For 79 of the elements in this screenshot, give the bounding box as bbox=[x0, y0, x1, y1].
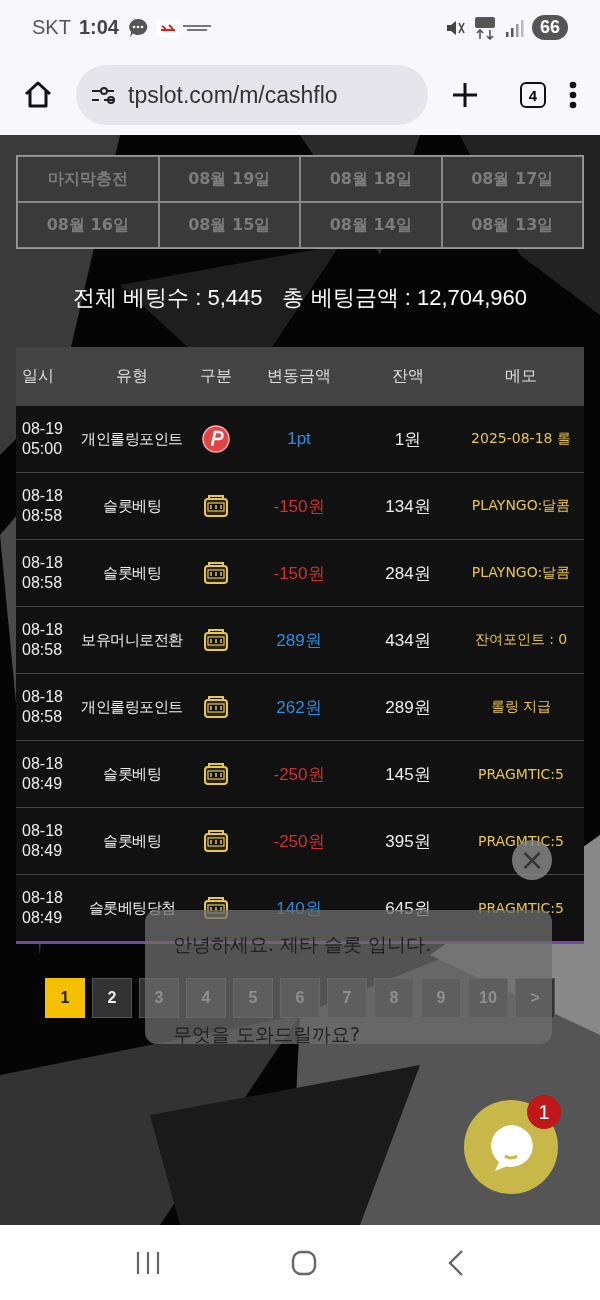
type-cell-text: 보유머니로전환 bbox=[80, 630, 184, 650]
date-tab[interactable]: 08월 15일 bbox=[158, 202, 300, 248]
date-tab[interactable]: 08월 19일 bbox=[158, 156, 300, 202]
chat-message: 무엇을 도와드릴까요? bbox=[173, 1022, 361, 1047]
amount-cell-text: -250원 bbox=[272, 763, 326, 786]
point-coin-icon bbox=[202, 425, 230, 453]
slot-machine-icon bbox=[203, 560, 229, 586]
balance-cell-text: 645원 bbox=[384, 897, 432, 920]
balance-cell-text: 395원 bbox=[384, 830, 432, 853]
type-cell-text: 개인롤링포인트 bbox=[80, 429, 184, 449]
memo-cell-text: PLAYNGO:달콤 bbox=[470, 564, 572, 582]
balance-cell-text: 1원 bbox=[393, 428, 423, 451]
amount-cell-text: 140원 bbox=[275, 897, 323, 920]
date-time-cell-text: 08-18 08:49 bbox=[21, 754, 64, 794]
type-cell-text: 개인롤링포인트 bbox=[80, 697, 184, 717]
address-bar[interactable]: tpslot.com/m/cashflo bbox=[76, 65, 428, 125]
amount-cell-text: -250원 bbox=[272, 830, 326, 853]
column-header: 구분 bbox=[199, 365, 233, 387]
column-header: 일시 bbox=[21, 365, 55, 387]
date-time-cell-text: 08-18 08:58 bbox=[21, 687, 64, 727]
date-time-cell-text: 08-18 08:49 bbox=[21, 821, 64, 861]
page-button[interactable]: 2 bbox=[92, 978, 132, 1018]
back-icon[interactable] bbox=[446, 1248, 466, 1277]
date-time-cell-text: 08-18 08:58 bbox=[21, 620, 64, 660]
date-tab[interactable]: 08월 18일 bbox=[300, 156, 442, 202]
menu-icon[interactable] bbox=[568, 80, 578, 110]
memo-cell-text: PRAGMTIC:5 bbox=[477, 766, 565, 782]
carrier-name: SKT bbox=[32, 16, 71, 39]
column-header: 변동금액 bbox=[266, 365, 332, 387]
page-button[interactable]: 1 bbox=[45, 978, 85, 1018]
type-cell-text: 슬롯베팅 bbox=[102, 563, 162, 583]
chat-bubble-icon bbox=[126, 16, 149, 39]
amount-cell-text: 289원 bbox=[275, 629, 323, 652]
date-time-cell-text: 08-18 08:58 bbox=[21, 553, 64, 593]
slot-machine-icon bbox=[203, 694, 229, 720]
amount-cell-text: -150원 bbox=[272, 562, 326, 585]
type-cell-text: 슬롯베팅 bbox=[102, 831, 162, 851]
slot-machine-icon bbox=[203, 761, 229, 787]
memo-cell-text: 롤링 지급 bbox=[489, 698, 553, 716]
amount-cell-text: -150원 bbox=[272, 495, 326, 518]
date-time-cell-text: 08-18 08:49 bbox=[21, 888, 64, 928]
date-tab[interactable]: 08월 17일 bbox=[441, 156, 583, 202]
type-cell-text: 슬롯베팅 bbox=[102, 764, 162, 784]
date-tab[interactable]: 08월 13일 bbox=[441, 202, 583, 248]
column-header: 잔액 bbox=[391, 365, 425, 387]
recent-apps-icon[interactable] bbox=[134, 1249, 162, 1276]
balance-cell-text: 289원 bbox=[384, 696, 432, 719]
chat-message: 안녕하세요. 제타 슬롯 입니다. bbox=[173, 932, 432, 957]
balance-cell-text: 145원 bbox=[384, 763, 432, 786]
battery-level: 66 bbox=[531, 15, 568, 40]
balance-cell-text: 434원 bbox=[384, 629, 432, 652]
amount-cell-text: 262원 bbox=[275, 696, 323, 719]
clock-time: 1:04 bbox=[78, 16, 119, 39]
memo-cell-text: PRAGMTIC:5 bbox=[477, 900, 565, 916]
column-header: 유형 bbox=[115, 365, 149, 387]
type-cell-text: 슬롯베팅당첨 bbox=[87, 898, 177, 918]
signal-icon bbox=[503, 17, 524, 38]
type-cell-text: 슬롯베팅 bbox=[102, 496, 162, 516]
date-tab[interactable]: 마지막충전 bbox=[17, 156, 159, 202]
slot-machine-icon bbox=[203, 493, 229, 519]
home-icon[interactable] bbox=[22, 79, 54, 111]
date-time-cell-text: 08-18 08:58 bbox=[21, 486, 64, 526]
slot-machine-icon bbox=[203, 627, 229, 653]
date-tab[interactable]: 08월 16일 bbox=[17, 202, 159, 248]
memo-cell-text: 잔여포인트 : 0 bbox=[473, 631, 569, 649]
amount-cell-text: 1pt bbox=[286, 429, 312, 449]
total-bet-count: 전체 베팅수 : 5,445 bbox=[72, 284, 263, 312]
slot-machine-icon bbox=[203, 828, 229, 854]
tab-count-button[interactable]: 4 bbox=[520, 82, 546, 108]
balance-cell-text: 134원 bbox=[384, 495, 432, 518]
column-header: 메모 bbox=[504, 365, 538, 387]
new-tab-icon[interactable] bbox=[450, 80, 480, 110]
memo-cell-text: PLAYNGO:달콤 bbox=[470, 497, 572, 515]
total-bet-amount: 총 베팅금액 : 12,704,960 bbox=[282, 284, 528, 312]
date-time-cell-text: 08-19 05:00 bbox=[21, 419, 64, 459]
balance-cell-text: 284원 bbox=[384, 562, 432, 585]
date-tab[interactable]: 08월 14일 bbox=[300, 202, 442, 248]
network-icon bbox=[473, 15, 496, 40]
memo-cell-text: 2025-08-18 롤 bbox=[470, 430, 572, 448]
